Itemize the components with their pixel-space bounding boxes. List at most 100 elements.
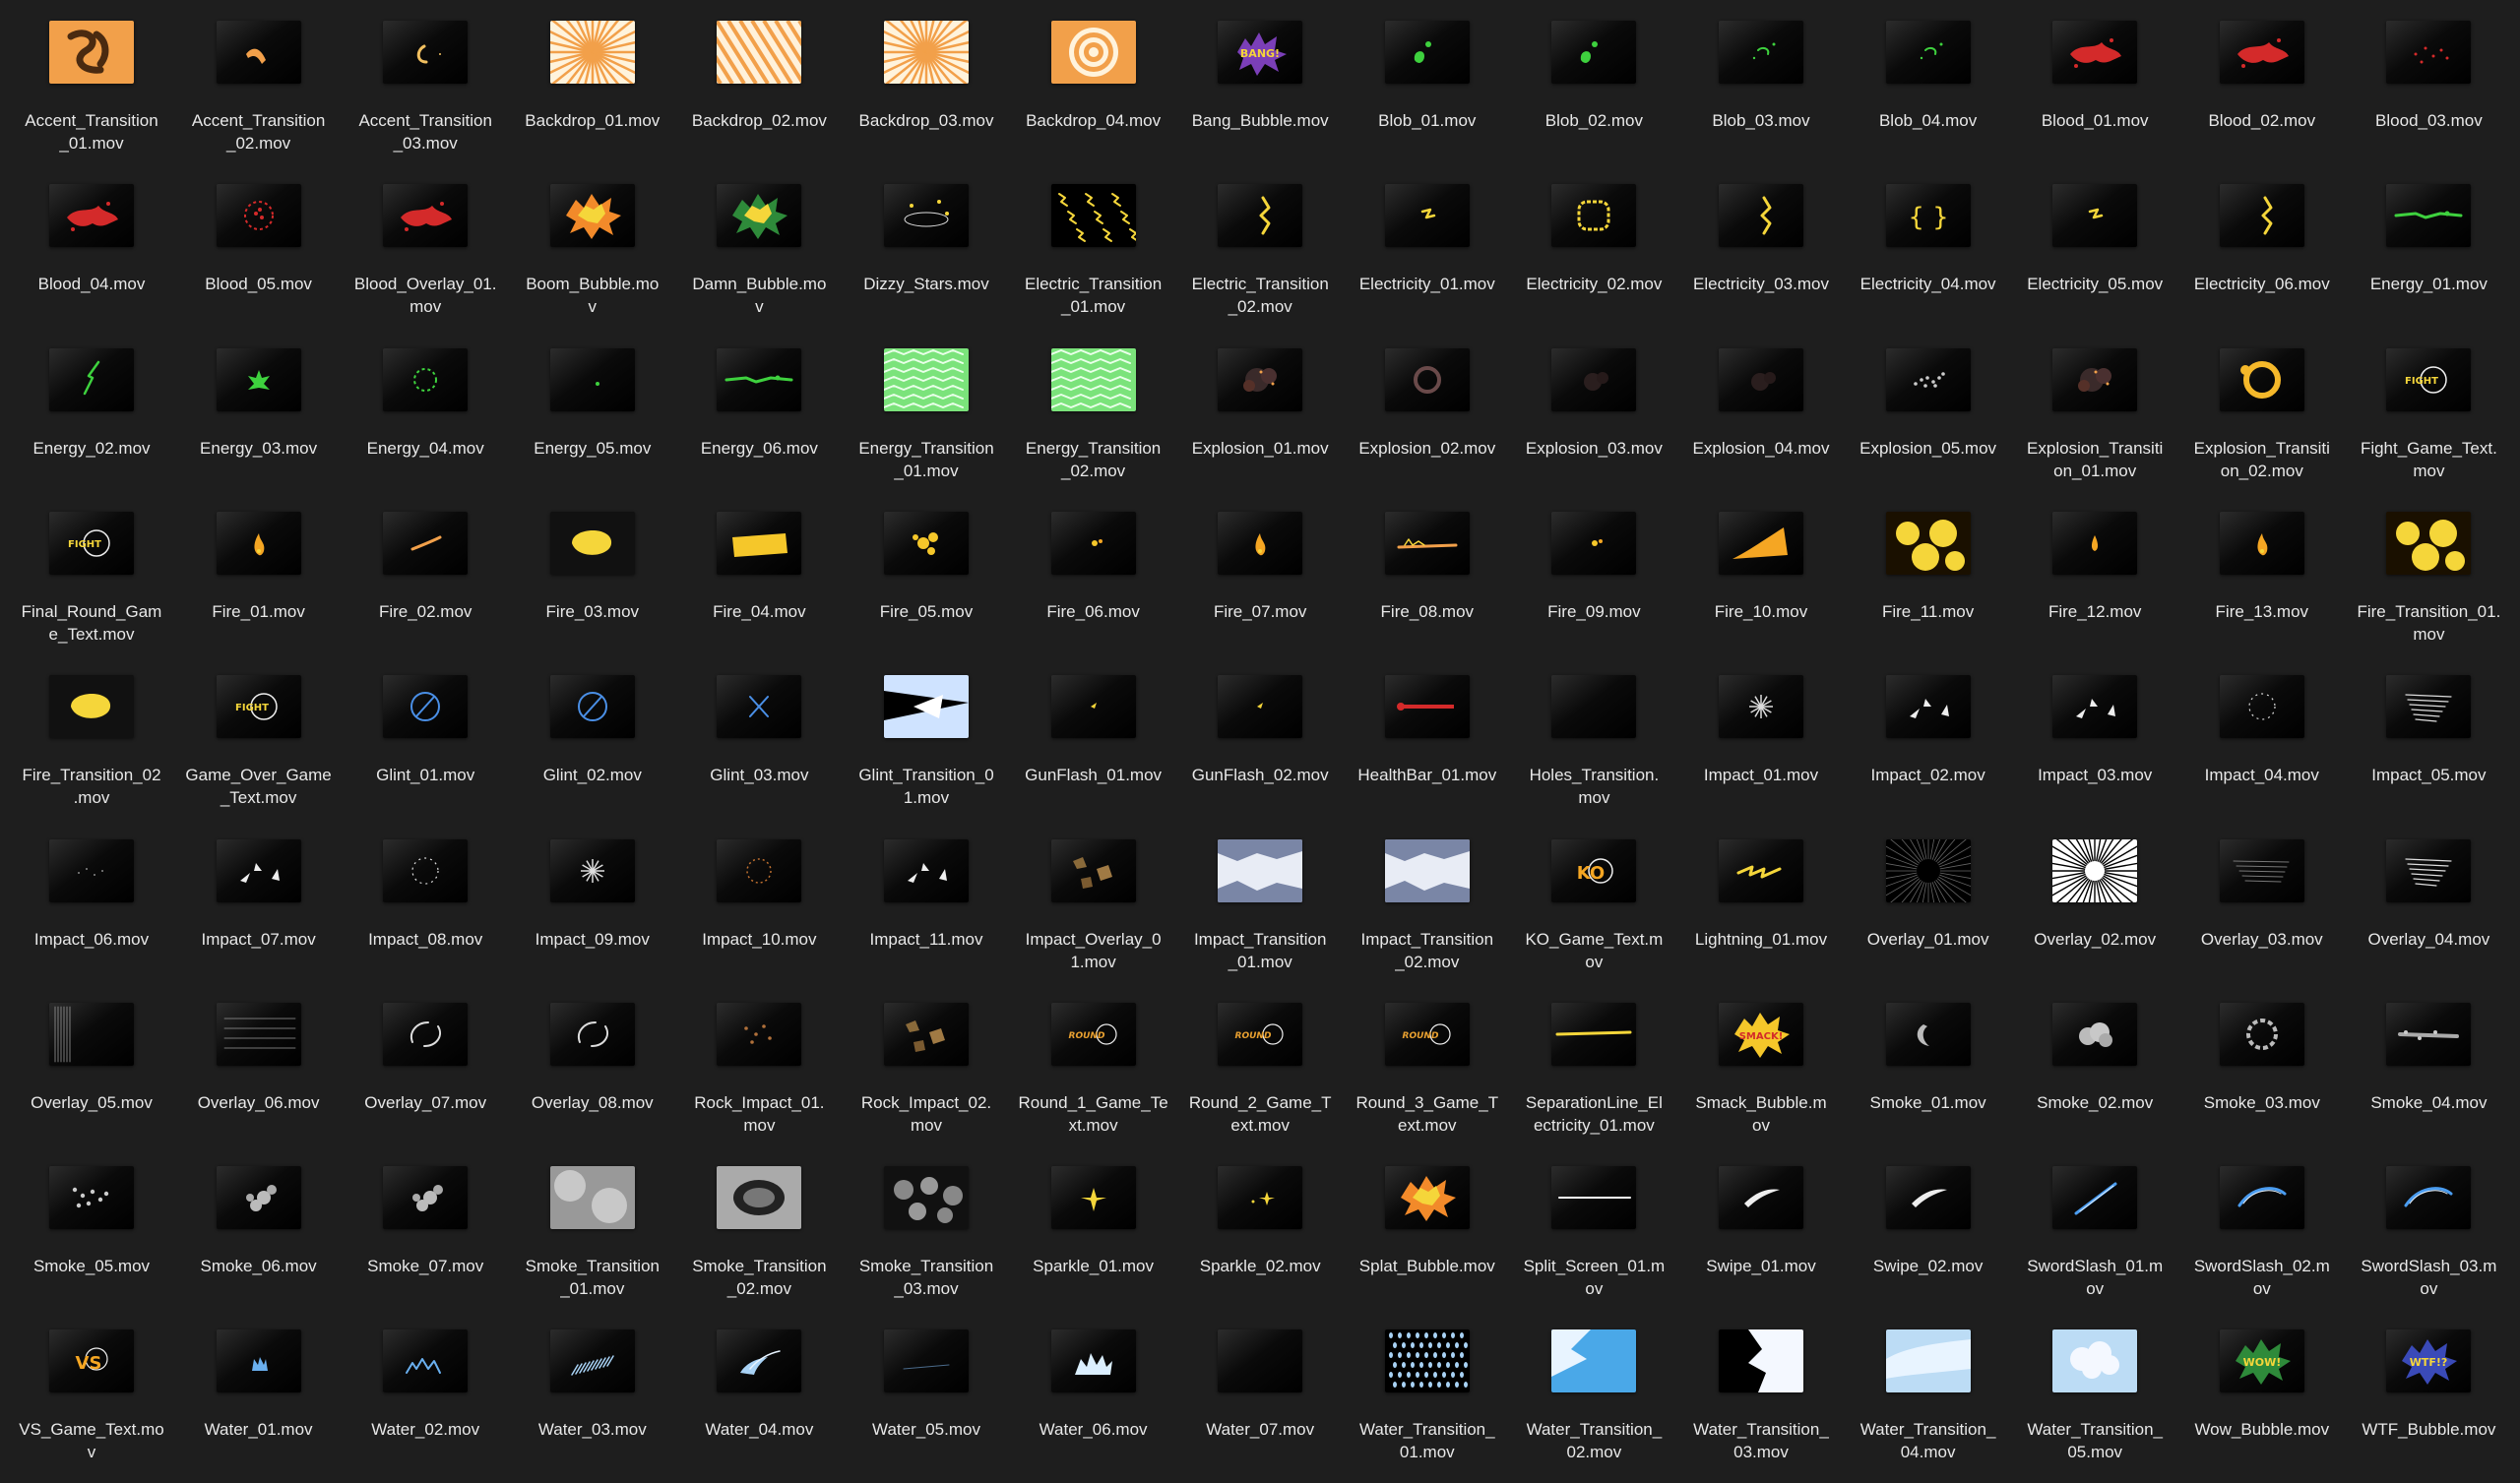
file-item-smoke-02[interactable]: Smoke_02.mov [2011, 982, 2178, 1140]
video-thumbnail-icon[interactable] [884, 347, 969, 411]
file-item-water-05[interactable]: Water_05.mov [843, 1309, 1010, 1466]
file-item-overlay-02[interactable]: Overlay_02.mov [2011, 819, 2178, 976]
file-item-explosion-03[interactable]: Explosion_03.mov [1510, 328, 1677, 485]
video-thumbnail-icon[interactable] [2052, 1166, 2138, 1230]
video-thumbnail-icon[interactable]: WTF!? [2386, 1329, 2472, 1393]
video-thumbnail-icon[interactable] [1885, 511, 1971, 575]
file-item-swordslash-02[interactable]: SwordSlash_02.m ov [2178, 1145, 2346, 1303]
file-item-swordslash-03[interactable]: SwordSlash_03.m ov [2345, 1145, 2512, 1303]
file-item-impact-05[interactable]: Impact_05.mov [2345, 654, 2512, 812]
video-thumbnail-icon[interactable] [2219, 1166, 2304, 1230]
video-thumbnail-icon[interactable]: ROUND [1218, 1002, 1303, 1066]
file-item-holes-transition[interactable]: Holes_Transition. mov [1510, 654, 1677, 812]
file-item-smoke-03[interactable]: Smoke_03.mov [2178, 982, 2346, 1140]
video-thumbnail-icon[interactable] [717, 21, 802, 84]
video-thumbnail-icon[interactable]: BANG! [1218, 21, 1303, 84]
video-thumbnail-icon[interactable] [1384, 511, 1470, 575]
file-item-impact-overlay-01[interactable]: Impact_Overlay_0 1.mov [1010, 819, 1177, 976]
video-thumbnail-icon[interactable] [2219, 184, 2304, 248]
video-thumbnail-icon[interactable] [1885, 347, 1971, 411]
video-thumbnail-icon[interactable] [1551, 1166, 1637, 1230]
file-item-electricity-02[interactable]: Electricity_02.mov [1510, 163, 1677, 321]
file-item-explosion-transition-02[interactable]: Explosion_Transiti on_02.mov [2178, 328, 2346, 485]
video-thumbnail-icon[interactable] [549, 184, 635, 248]
video-thumbnail-icon[interactable] [1384, 347, 1470, 411]
video-thumbnail-icon[interactable] [717, 347, 802, 411]
video-thumbnail-icon[interactable] [383, 21, 469, 84]
video-thumbnail-icon[interactable] [49, 838, 134, 902]
video-thumbnail-icon[interactable] [216, 347, 301, 411]
video-thumbnail-icon[interactable] [2052, 675, 2138, 739]
video-thumbnail-icon[interactable] [383, 1329, 469, 1393]
video-thumbnail-icon[interactable] [1551, 675, 1637, 739]
video-thumbnail-icon[interactable] [49, 347, 134, 411]
file-item-explosion-04[interactable]: Explosion_04.mov [1677, 328, 1845, 485]
video-thumbnail-icon[interactable] [2219, 347, 2304, 411]
video-thumbnail-icon[interactable] [216, 1166, 301, 1230]
video-thumbnail-icon[interactable] [549, 1002, 635, 1066]
video-thumbnail-icon[interactable] [717, 511, 802, 575]
file-item-smoke-06[interactable]: Smoke_06.mov [175, 1145, 343, 1303]
video-thumbnail-icon[interactable] [383, 675, 469, 739]
video-thumbnail-icon[interactable] [383, 1002, 469, 1066]
file-item-water-06[interactable]: Water_06.mov [1010, 1309, 1177, 1466]
file-item-water-transition-05[interactable]: Water_Transition_ 05.mov [2011, 1309, 2178, 1466]
file-item-fire-05[interactable]: Fire_05.mov [843, 491, 1010, 649]
file-item-smoke-05[interactable]: Smoke_05.mov [8, 1145, 175, 1303]
file-item-accent-transition-01[interactable]: Accent_Transition _01.mov [8, 0, 175, 157]
file-item-final-round-game-text[interactable]: FIGHT Final_Round_Gam e_Text.mov [8, 491, 175, 649]
video-thumbnail-icon[interactable] [717, 1166, 802, 1230]
video-thumbnail-icon[interactable] [884, 511, 969, 575]
file-item-water-01[interactable]: Water_01.mov [175, 1309, 343, 1466]
video-thumbnail-icon[interactable]: FIGHT [2386, 347, 2472, 411]
file-item-water-transition-01[interactable]: Water_Transition_ 01.mov [1344, 1309, 1511, 1466]
file-item-bang-bubble[interactable]: BANG! Bang_Bubble.mov [1176, 0, 1344, 157]
file-item-energy-transition-01[interactable]: Energy_Transition _01.mov [843, 328, 1010, 485]
video-thumbnail-icon[interactable] [1719, 511, 1803, 575]
file-item-dizzy-stars[interactable]: Dizzy_Stars.mov [843, 163, 1010, 321]
video-thumbnail-icon[interactable] [2052, 511, 2138, 575]
file-item-fire-03[interactable]: Fire_03.mov [509, 491, 676, 649]
file-item-rock-impact-01[interactable]: Rock_Impact_01. mov [675, 982, 843, 1140]
file-item-backdrop-04[interactable]: Backdrop_04.mov [1010, 0, 1177, 157]
file-item-water-transition-02[interactable]: Water_Transition_ 02.mov [1510, 1309, 1677, 1466]
video-thumbnail-icon[interactable] [1384, 675, 1470, 739]
video-thumbnail-icon[interactable] [2219, 675, 2304, 739]
file-item-vs-game-text[interactable]: VS VS_Game_Text.mo v [8, 1309, 175, 1466]
file-item-gunflash-01[interactable]: GunFlash_01.mov [1010, 654, 1177, 812]
file-item-fire-transition-01[interactable]: Fire_Transition_01. mov [2345, 491, 2512, 649]
video-thumbnail-icon[interactable] [1719, 1329, 1803, 1393]
video-thumbnail-icon[interactable]: WOW! [2219, 1329, 2304, 1393]
file-item-swipe-02[interactable]: Swipe_02.mov [1845, 1145, 2012, 1303]
file-item-damn-bubble[interactable]: Damn_Bubble.mo v [675, 163, 843, 321]
file-item-backdrop-03[interactable]: Backdrop_03.mov [843, 0, 1010, 157]
video-thumbnail-icon[interactable]: FIGHT [216, 675, 301, 739]
video-thumbnail-icon[interactable]: { } [1885, 184, 1971, 248]
file-item-wow-bubble[interactable]: WOW! Wow_Bubble.mov [2178, 1309, 2346, 1466]
file-item-impact-transition-01[interactable]: Impact_Transition _01.mov [1176, 819, 1344, 976]
file-item-gunflash-02[interactable]: GunFlash_02.mov [1176, 654, 1344, 812]
video-thumbnail-icon[interactable] [1384, 21, 1470, 84]
video-thumbnail-icon[interactable] [717, 184, 802, 248]
file-item-accent-transition-03[interactable]: Accent_Transition _03.mov [342, 0, 509, 157]
file-item-impact-08[interactable]: Impact_08.mov [342, 819, 509, 976]
video-thumbnail-icon[interactable] [884, 21, 969, 84]
file-item-electric-transition-02[interactable]: Electric_Transition _02.mov [1176, 163, 1344, 321]
video-thumbnail-icon[interactable] [2219, 21, 2304, 84]
file-item-impact-09[interactable]: Impact_09.mov [509, 819, 676, 976]
video-thumbnail-icon[interactable] [216, 511, 301, 575]
file-item-swordslash-01[interactable]: SwordSlash_01.m ov [2011, 1145, 2178, 1303]
video-thumbnail-icon[interactable] [2219, 838, 2304, 902]
video-thumbnail-icon[interactable] [383, 838, 469, 902]
video-thumbnail-icon[interactable] [216, 1002, 301, 1066]
video-thumbnail-icon[interactable] [383, 347, 469, 411]
file-item-splat-bubble[interactable]: Splat_Bubble.mov [1344, 1145, 1511, 1303]
video-thumbnail-icon[interactable] [1551, 347, 1637, 411]
file-item-energy-04[interactable]: Energy_04.mov [342, 328, 509, 485]
video-thumbnail-icon[interactable] [717, 1329, 802, 1393]
file-item-water-transition-03[interactable]: Water_Transition_ 03.mov [1677, 1309, 1845, 1466]
video-thumbnail-icon[interactable] [2052, 1329, 2138, 1393]
file-item-fire-11[interactable]: Fire_11.mov [1845, 491, 2012, 649]
file-item-backdrop-01[interactable]: Backdrop_01.mov [509, 0, 676, 157]
file-item-fire-12[interactable]: Fire_12.mov [2011, 491, 2178, 649]
